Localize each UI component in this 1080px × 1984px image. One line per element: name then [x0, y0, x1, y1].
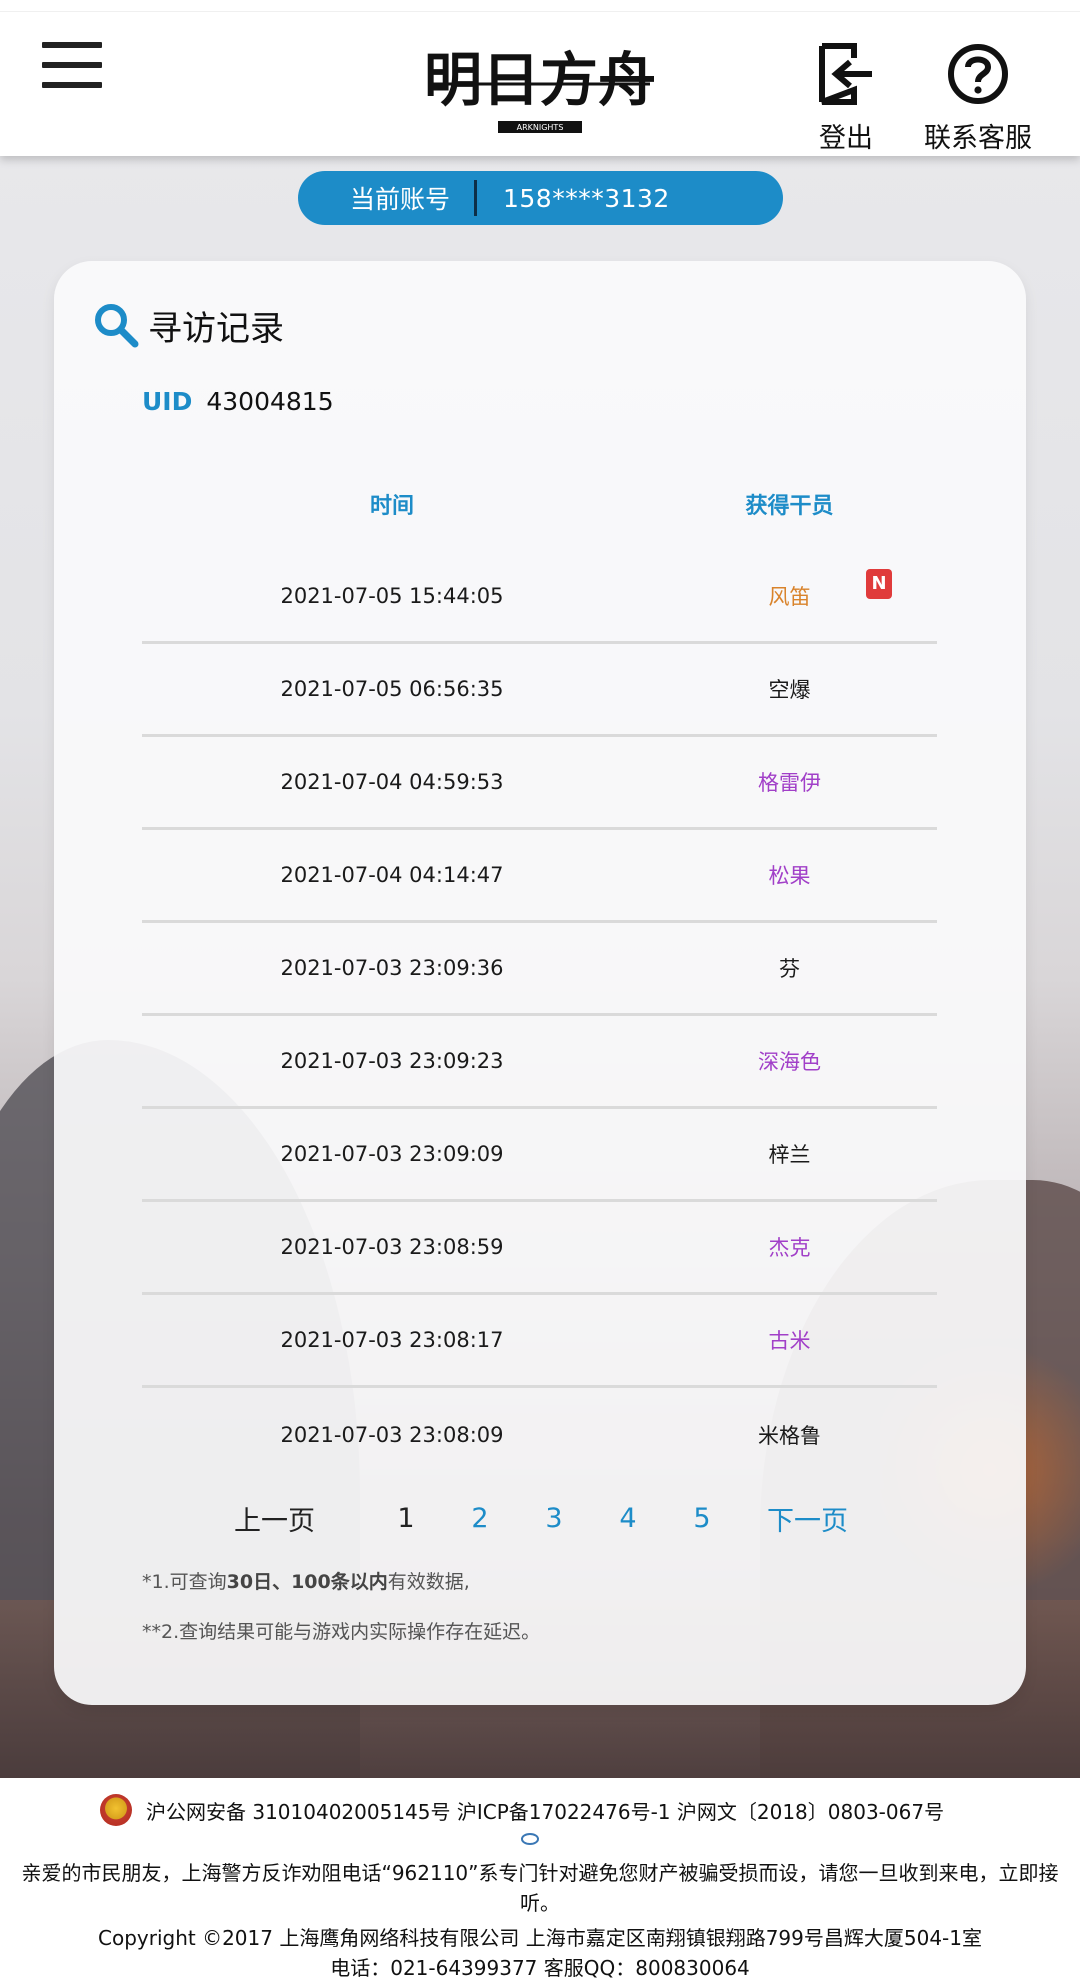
table-row: 2021-07-05 15:44:05 风笛 N — [142, 551, 937, 644]
card-title-row: 寻访记录 — [92, 297, 284, 353]
uid-value: 43004815 — [206, 387, 334, 416]
footer-contact: 电话：021-64399377 客服QQ：800830064 — [330, 1956, 750, 1980]
prev-page-button[interactable]: 上一页 — [234, 1499, 315, 1538]
table-row: 2021-07-03 23:08:59 杰克 — [142, 1202, 937, 1295]
table-body: 2021-07-05 15:44:05 风笛 N 2021-07-05 06:56:3… — [142, 551, 937, 1481]
page-1-button[interactable]: 1 — [369, 1503, 443, 1534]
record-time: 2021-07-03 23:08:17 — [280, 1328, 504, 1352]
top-header: 明日方舟 ARKNIGHTS 登出 联系客服 — [0, 12, 1080, 156]
help-icon — [948, 44, 1008, 104]
table-row: 2021-07-03 23:08:17 古米 — [142, 1295, 937, 1388]
pagination: 上一页 1 2 3 4 5 下一页 — [234, 1493, 848, 1543]
logout-button[interactable]: 登出 — [806, 42, 886, 154]
uid-label: UID — [142, 387, 193, 416]
new-badge: N — [866, 569, 892, 599]
record-operator-cell: 古米 — [642, 1325, 937, 1355]
record-time: 2021-07-03 23:09:36 — [280, 956, 504, 980]
top-strip — [0, 0, 1080, 12]
site-footer: 沪公网安备 31010402005145号 沪ICP备17022476号-1 沪… — [0, 1778, 1080, 1984]
account-label: 当前账号 — [349, 185, 450, 214]
next-page-button[interactable]: 下一页 — [767, 1499, 848, 1538]
record-operator: 古米 — [768, 1329, 811, 1353]
records-table: 时间 获得干员 2021-07-05 15:44:05 风笛 N 2021-07-05… — [142, 457, 937, 1481]
record-time: 2021-07-04 04:59:53 — [280, 770, 504, 794]
record-time: 2021-07-03 23:09:09 — [280, 1142, 504, 1166]
record-operator: 松果 — [768, 864, 811, 888]
record-operator-cell: 芬 — [642, 953, 937, 983]
table-row: 2021-07-03 23:09:09 梓兰 — [142, 1109, 937, 1202]
current-account-pill: 当前账号 158****3132 — [298, 171, 783, 225]
logo-text: 明日方舟 — [424, 46, 656, 114]
logout-label: 登出 — [819, 123, 873, 154]
table-row: 2021-07-03 23:09:36 芬 — [142, 923, 937, 1016]
record-time: 2021-07-05 15:44:05 — [280, 584, 504, 608]
record-operator: 空爆 — [768, 678, 811, 702]
record-operator: 风笛 — [768, 585, 811, 609]
note-delay: **2.查询结果可能与游戏内实际操作存在延迟。 — [142, 1621, 541, 1643]
column-header-time: 时间 — [369, 494, 414, 519]
page-2-button[interactable]: 2 — [443, 1503, 517, 1534]
contact-support-button[interactable]: 联系客服 — [916, 42, 1040, 154]
arknights-logo[interactable]: 明日方舟 ARKNIGHTS — [424, 26, 656, 150]
menu-bar — [42, 62, 102, 68]
record-operator: 深海色 — [758, 1050, 821, 1074]
note1-prefix: *1.可查询 — [142, 1571, 227, 1593]
page-4-button[interactable]: 4 — [591, 1503, 665, 1534]
record-operator: 格雷伊 — [758, 771, 821, 795]
record-operator: 杰克 — [768, 1236, 811, 1260]
footer-anti-fraud-notice: 亲爱的市民朋友，上海警方反诈劝阻电话“962110”系专门针对避免您财产被骗受损… — [21, 1861, 1059, 1915]
record-operator-cell: 松果 — [642, 860, 937, 890]
page-3-button[interactable]: 3 — [517, 1503, 591, 1534]
record-time: 2021-07-03 23:09:23 — [280, 1049, 504, 1073]
note1-bold: 30日、100条以内 — [226, 1571, 388, 1593]
logout-icon — [819, 43, 872, 105]
record-operator-cell: 格雷伊 — [642, 767, 937, 797]
logo-subtext: ARKNIGHTS — [517, 123, 564, 132]
record-time: 2021-07-05 06:56:35 — [280, 677, 504, 701]
menu-bar — [42, 42, 102, 48]
page-5-button[interactable]: 5 — [665, 1503, 739, 1534]
small-badge-icon — [521, 1833, 539, 1845]
table-header: 时间 获得干员 — [142, 457, 937, 551]
note-query-limit: *1.可查询30日、100条以内有效数据, — [142, 1567, 470, 1594]
record-operator: 梓兰 — [768, 1143, 811, 1167]
police-emblem-icon — [100, 1794, 132, 1826]
table-row: 2021-07-04 04:59:53 格雷伊 — [142, 737, 937, 830]
record-time: 2021-07-03 23:08:59 — [280, 1235, 504, 1259]
table-row: 2021-07-03 23:08:09 米格鲁 — [142, 1388, 937, 1481]
card-title: 寻访记录 — [148, 308, 284, 349]
record-operator-cell: 深海色 — [642, 1046, 937, 1076]
search-icon — [95, 304, 139, 348]
record-operator-cell: 米格鲁 — [642, 1420, 937, 1450]
record-operator-cell: 杰克 — [642, 1232, 937, 1262]
table-row: 2021-07-04 04:14:47 松果 — [142, 830, 937, 923]
footer-copyright: Copyright ©2017 上海鹰角网络科技有限公司 上海市嘉定区南翔镇银翔… — [98, 1926, 982, 1950]
table-row: 2021-07-03 23:09:23 深海色 — [142, 1016, 937, 1109]
record-operator-cell: 梓兰 — [642, 1139, 937, 1169]
record-operator: 芬 — [779, 957, 800, 981]
contact-support-label: 联系客服 — [924, 123, 1032, 154]
account-value: 158****3132 — [503, 183, 670, 213]
record-operator: 米格鲁 — [758, 1423, 821, 1448]
record-time: 2021-07-04 04:14:47 — [280, 863, 504, 887]
note1-suffix: 有效数据, — [387, 1571, 470, 1593]
uid-row: UID 43004815 — [142, 387, 334, 416]
column-header-operator: 获得干员 — [745, 494, 834, 519]
footer-license-row: 沪公网安备 31010402005145号 沪ICP备17022476号-1 沪… — [100, 1790, 944, 1830]
hamburger-menu-button[interactable] — [42, 42, 102, 92]
menu-bar — [42, 82, 102, 88]
record-operator-cell: 风笛 N — [642, 569, 937, 611]
record-operator-cell: 空爆 — [642, 674, 937, 704]
table-row: 2021-07-05 06:56:35 空爆 — [142, 644, 937, 737]
record-time: 2021-07-03 23:08:09 — [280, 1422, 504, 1447]
footer-license-text[interactable]: 沪公网安备 31010402005145号 沪ICP备17022476号-1 沪… — [146, 1796, 944, 1825]
gacha-history-card: 寻访记录 UID 43004815 时间 获得干员 2021-07-05 15:… — [54, 261, 1026, 1705]
